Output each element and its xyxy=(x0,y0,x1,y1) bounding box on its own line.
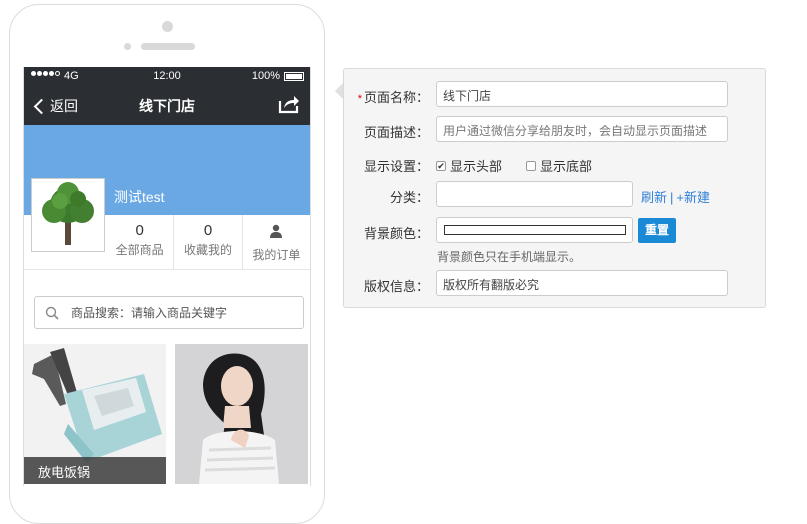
camera-dot xyxy=(162,21,173,32)
category-links: 刷新 | +新建 xyxy=(641,187,710,206)
sensor-dot xyxy=(124,43,131,50)
category-label: 分类： xyxy=(389,190,429,205)
stat-label: 我的订单 xyxy=(252,248,301,262)
bg-color-row: 背景颜色： 重置 xyxy=(344,217,767,245)
show-footer-checkbox[interactable]: 显示底部 xyxy=(526,156,592,175)
copyright-row: 版权信息： 版权所有翻版必究 xyxy=(344,270,767,298)
phone-screen: 4G 12:00 100% 返回 线下门店 测试test 0 全部商品 0 收藏… xyxy=(23,67,311,486)
product-card[interactable] xyxy=(175,344,308,484)
product-grid: 放电饭锅 xyxy=(24,344,310,484)
checkbox-checked-icon: ✔ xyxy=(436,160,446,171)
copyright-input[interactable]: 版权所有翻版必究 xyxy=(436,270,728,296)
store-avatar xyxy=(31,178,105,252)
tree-image xyxy=(32,179,104,251)
status-bar: 4G 12:00 100% xyxy=(24,67,310,86)
store-profile: 测试test 0 全部商品 0 收藏我的 我的订单 xyxy=(24,178,310,270)
display-settings-row: 显示设置： ✔ 显示头部 显示底部 xyxy=(344,150,767,178)
store-stats: 0 全部商品 0 收藏我的 我的订单 xyxy=(106,215,310,270)
stat-label: 全部商品 xyxy=(115,243,164,257)
copyright-label: 版权信息： xyxy=(363,279,429,294)
stat-label: 收藏我的 xyxy=(183,243,232,257)
stat-my-orders[interactable]: 我的订单 xyxy=(241,215,310,270)
stat-number: 0 xyxy=(203,222,213,239)
speaker-grille xyxy=(141,43,195,50)
nav-bar: 返回 线下门店 xyxy=(24,86,310,125)
show-footer-label: 显示底部 xyxy=(540,159,593,174)
show-header-checkbox[interactable]: ✔ 显示头部 xyxy=(436,156,502,175)
link-separator: | xyxy=(670,190,674,205)
bg-color-hint: 背景颜色只在手机端显示。 xyxy=(437,250,582,264)
share-icon[interactable] xyxy=(278,94,300,114)
reset-button[interactable]: 重置 xyxy=(638,218,676,243)
bg-color-picker[interactable] xyxy=(436,217,633,243)
battery-indicator: 100% xyxy=(252,70,304,82)
panel-pointer xyxy=(335,83,343,99)
checkbox-icon xyxy=(526,160,536,171)
required-mark: * xyxy=(357,93,362,105)
add-category-link[interactable]: +新建 xyxy=(676,190,710,205)
page-name-input[interactable]: 线下门店 xyxy=(436,81,728,107)
page-desc-input[interactable]: 用户通过微信分享给朋友时，会自动显示页面描述 xyxy=(436,116,728,142)
battery-label: 100% xyxy=(251,70,280,82)
page-title: 线下门店 xyxy=(139,98,195,114)
stat-all-products[interactable]: 0 全部商品 xyxy=(106,215,173,270)
refresh-link[interactable]: 刷新 xyxy=(641,190,667,205)
category-row: 分类： 刷新 | +新建 xyxy=(344,181,767,209)
store-name: 测试test xyxy=(114,189,165,205)
product-search-input[interactable]: 商品搜索：请输入商品关键字 xyxy=(34,296,304,329)
product-image xyxy=(175,344,308,484)
search-icon xyxy=(45,306,59,320)
person-icon xyxy=(270,224,283,238)
page-desc-label: 页面描述： xyxy=(363,125,429,140)
product-card[interactable]: 放电饭锅 xyxy=(24,344,166,484)
page-name-label: * 页面名称： xyxy=(357,90,429,105)
display-settings-label: 显示设置： xyxy=(363,159,429,174)
category-select[interactable] xyxy=(436,181,633,207)
battery-icon xyxy=(284,71,304,81)
color-swatch xyxy=(444,225,626,235)
stat-favorites[interactable]: 0 收藏我的 xyxy=(173,215,241,270)
page-name-row: * 页面名称： 线下门店 xyxy=(344,81,767,109)
search-placeholder: 商品搜索：请输入商品关键字 xyxy=(71,306,228,320)
bg-color-label: 背景颜色： xyxy=(363,226,429,241)
stat-number: 0 xyxy=(135,222,144,239)
page-settings-panel: * 页面名称： 线下门店 页面描述： 用户通过微信分享给朋友时，会自动显示页面描述… xyxy=(343,68,766,308)
show-header-label: 显示头部 xyxy=(450,159,503,174)
page-desc-row: 页面描述： 用户通过微信分享给朋友时，会自动显示页面描述 xyxy=(344,116,767,144)
product-caption: 放电饭锅 xyxy=(24,457,166,484)
